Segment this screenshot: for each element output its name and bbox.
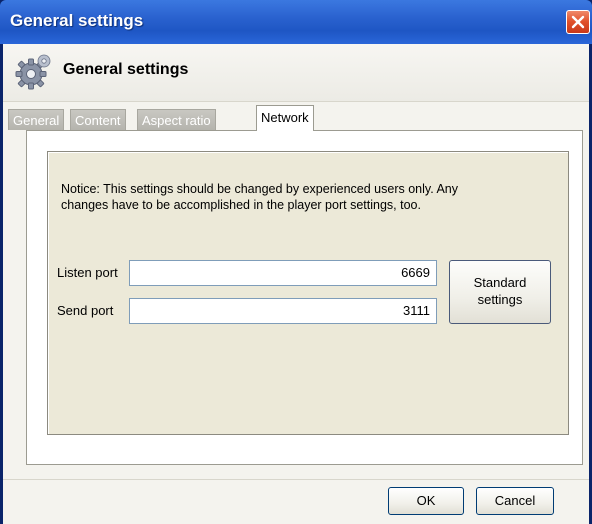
notice-text: Notice: This settings should be changed …	[61, 181, 561, 213]
cancel-button[interactable]: Cancel	[476, 487, 554, 515]
tab-network[interactable]: Network	[256, 105, 314, 131]
standard-settings-line-2: settings	[477, 292, 523, 307]
title-bar[interactable]: General settings	[0, 0, 592, 44]
tab-aspect-ratio[interactable]: Aspect ratio	[137, 109, 216, 130]
tab-strip: General Content Aspect ratio Network	[3, 105, 589, 131]
notice-line-2: changes have to be accomplished in the p…	[61, 198, 421, 212]
send-port-label: Send port	[57, 303, 114, 318]
header-title: General settings	[63, 61, 189, 78]
ok-button[interactable]: OK	[388, 487, 464, 515]
footer-separator	[3, 479, 589, 480]
dialog-window: General settings General settings Genera…	[0, 0, 592, 524]
standard-settings-button[interactable]: Standard settings	[449, 260, 551, 324]
standard-settings-line-1: Standard	[473, 275, 527, 290]
close-button[interactable]	[566, 10, 590, 34]
notice-line-1: Notice: This settings should be changed …	[61, 182, 458, 196]
close-icon	[571, 15, 585, 29]
listen-port-input[interactable]: 6669	[129, 260, 437, 286]
listen-port-label: Listen port	[57, 265, 118, 280]
dialog-body: General settings General Content Aspect …	[3, 44, 589, 524]
dialog-client-area: General settings General Content Aspect …	[3, 44, 589, 524]
gear-icon	[15, 54, 51, 90]
send-port-input[interactable]: 3111	[129, 298, 437, 324]
tab-general[interactable]: General	[8, 109, 65, 130]
header-band: General settings	[3, 44, 589, 102]
window-title: General settings	[10, 11, 144, 30]
tab-content[interactable]: Content	[70, 109, 126, 130]
